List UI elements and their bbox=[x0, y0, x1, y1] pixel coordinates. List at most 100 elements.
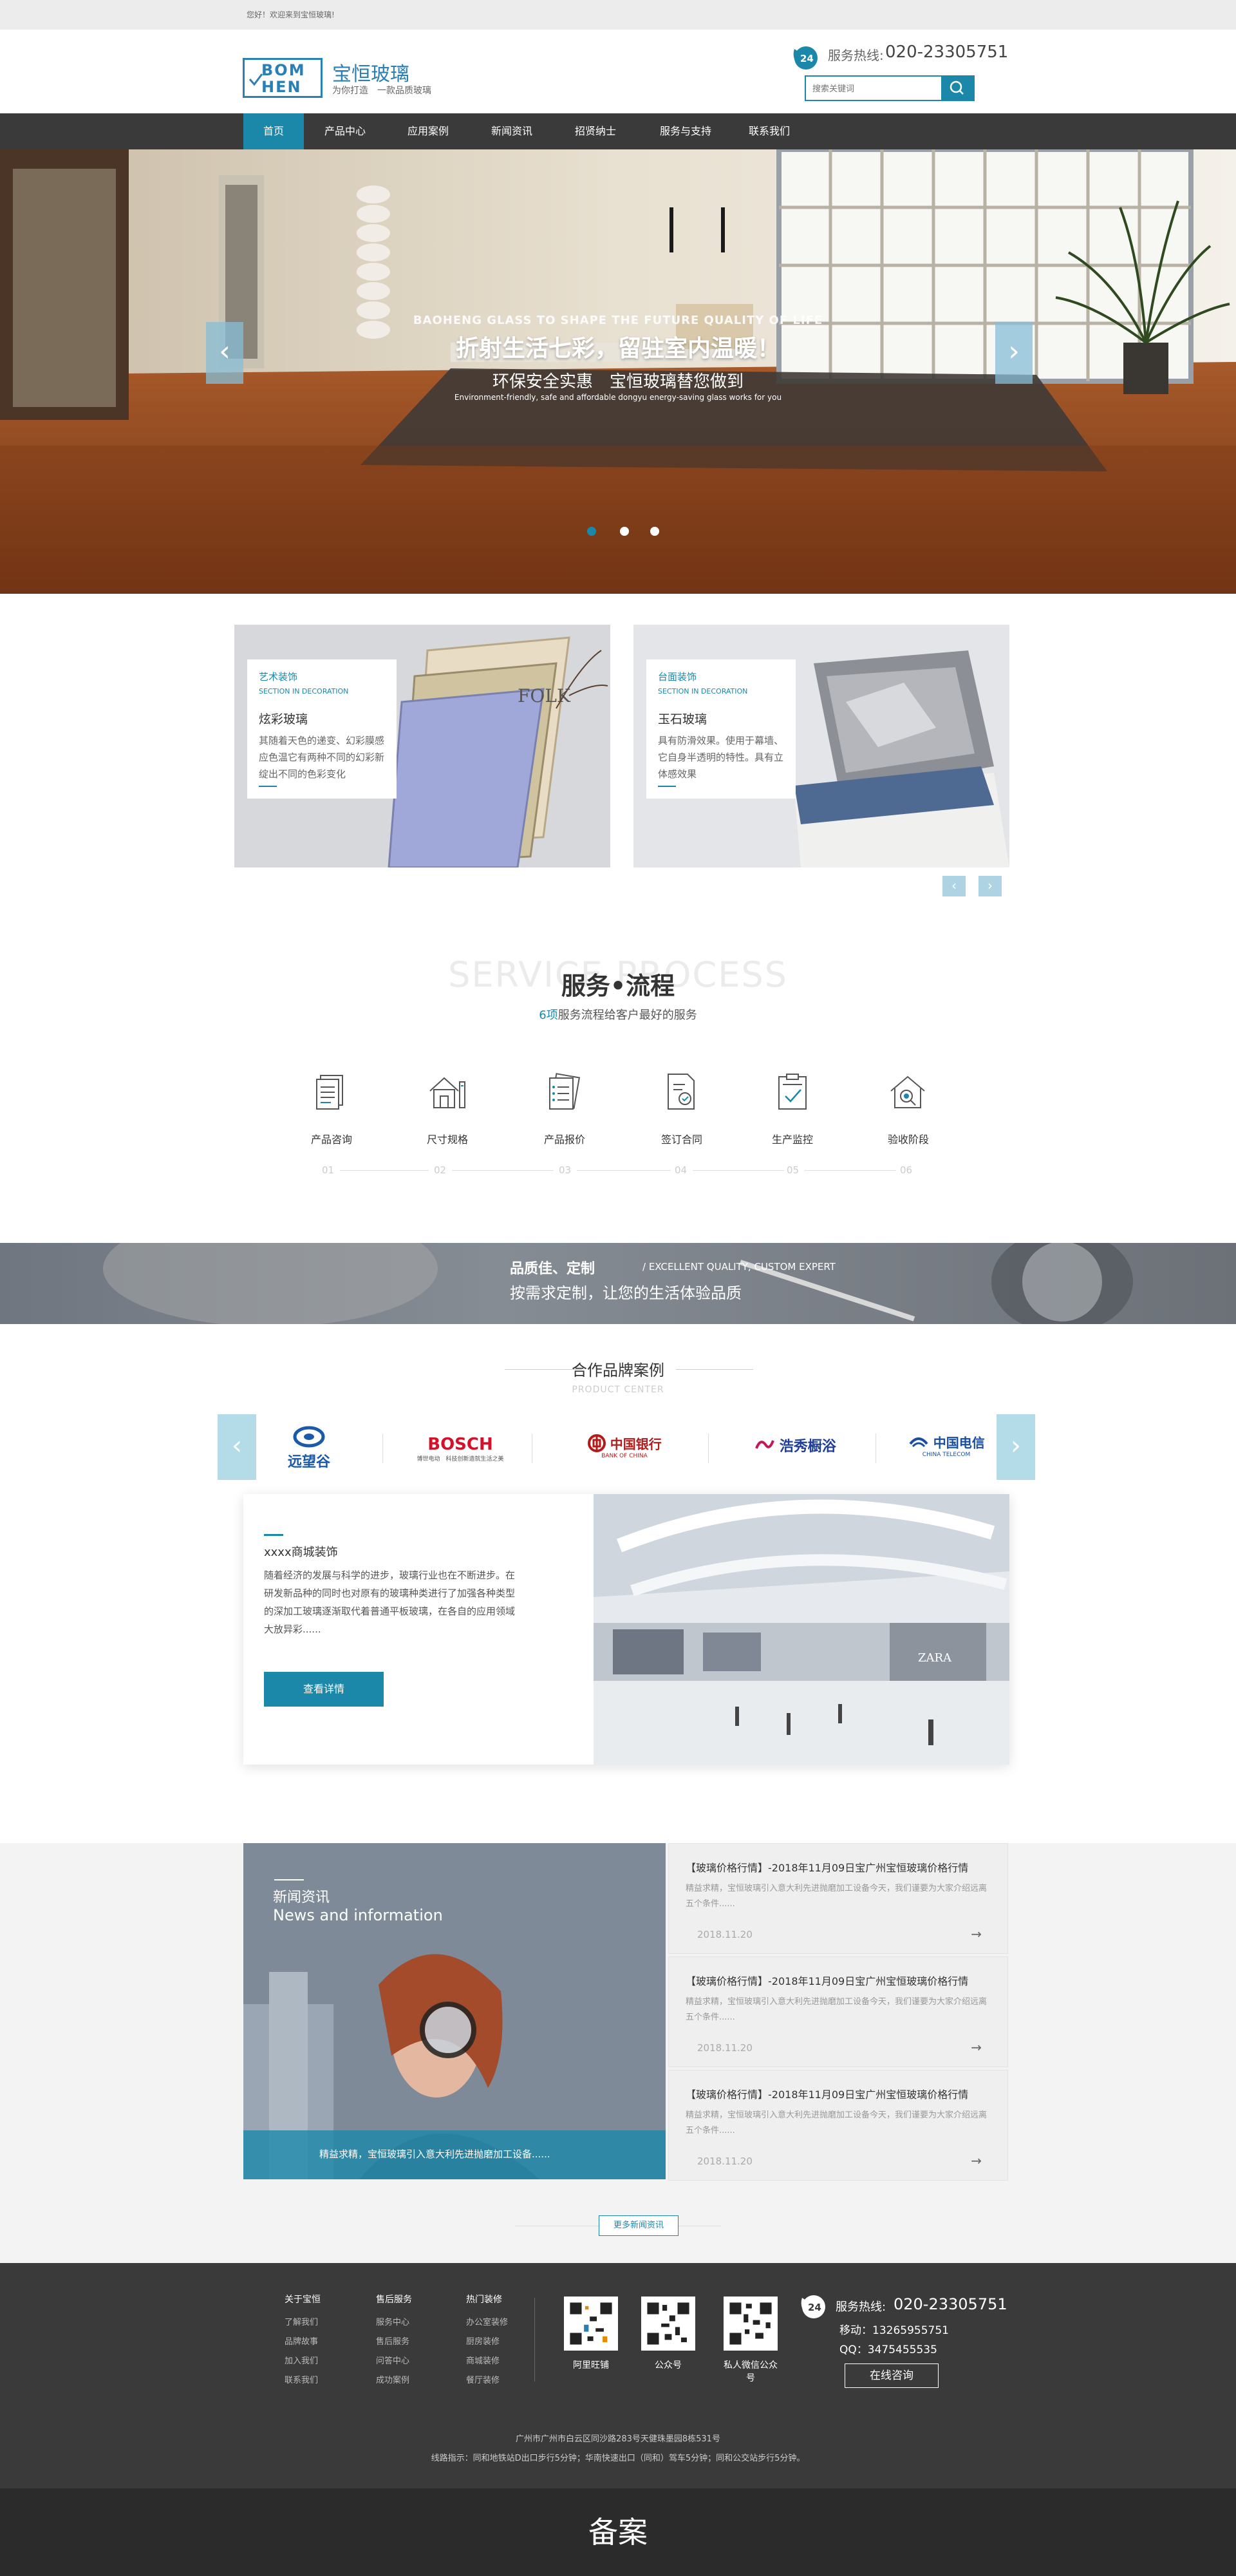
step-label: 验收阶段 bbox=[887, 1133, 929, 1146]
card-desc: 其随着天色的递变、幻彩膜感应色温它有两种不同的幻彩新绽出不同的色彩变化 bbox=[259, 735, 385, 780]
clipboard-check-icon bbox=[778, 1074, 807, 1110]
mall-interior-photo: ZARA bbox=[594, 1494, 1009, 1765]
yuanwanggu-logo-icon bbox=[293, 1426, 325, 1448]
arrow-right-icon: → bbox=[971, 1926, 982, 1942]
step-number: 01 bbox=[322, 1164, 335, 1176]
banner-prev-button[interactable]: ‹ bbox=[206, 322, 243, 384]
step-number: 05 bbox=[787, 1164, 800, 1176]
qr-private-wechat[interactable]: 私人微信公众号 bbox=[724, 2297, 778, 2384]
step-label: 产品报价 bbox=[543, 1133, 585, 1146]
brand-sub: BANK OF CHINA bbox=[601, 1453, 648, 1459]
search-input[interactable] bbox=[812, 81, 935, 97]
footer-col-decor: 热门装修 办公室装修 厨房装修 商城装修 餐厅装修 bbox=[466, 2293, 508, 2391]
step-consult: 产品咨询 bbox=[283, 1069, 380, 1146]
step-connector bbox=[577, 1170, 671, 1171]
banner-dot-1[interactable] bbox=[587, 527, 596, 536]
quality-banner: 品质佳、定制 / EXCELLENT QUALITY, CUSTOM EXPER… bbox=[0, 1243, 1236, 1324]
footer-24h-icon: 24 bbox=[801, 2295, 825, 2318]
contract-icon bbox=[668, 1074, 695, 1110]
footer-link[interactable]: 加入我们 bbox=[285, 2352, 321, 2371]
card-accent-line bbox=[259, 786, 277, 787]
footer-link[interactable]: 品牌故事 bbox=[285, 2333, 321, 2352]
beian-text: 备案 bbox=[588, 2515, 648, 2550]
hotline-label: 服务热线: bbox=[828, 48, 884, 63]
footer-link[interactable]: 餐厅装修 bbox=[466, 2371, 508, 2391]
nav-support[interactable]: 服务与支持 bbox=[637, 113, 734, 149]
product-card-jade[interactable]: 台面装饰 SECTION IN DECORATION 玉石玻璃 具有防滑效果。使… bbox=[633, 625, 1009, 867]
online-consult-button[interactable]: 在线咨询 bbox=[845, 2363, 939, 2388]
qr-label: 私人微信公众号 bbox=[724, 2360, 778, 2383]
qr-label: 阿里旺铺 bbox=[573, 2360, 609, 2371]
china-telecom-logo-icon bbox=[909, 1437, 928, 1448]
more-news-button[interactable]: 更多新闻资讯 bbox=[599, 2215, 679, 2236]
bank-of-china-logo-icon bbox=[588, 1434, 606, 1452]
quality-title-en: / EXCELLENT QUALITY, CUSTOM EXPERT bbox=[642, 1261, 836, 1273]
search-button[interactable] bbox=[941, 77, 973, 100]
banner-en-sub: Environment-friendly, safe and affordabl… bbox=[454, 393, 782, 402]
case-showcase: xxxx商城装饰 随着经济的发展与科学的进步，玻璃行业也在不断进步。在研发新品种… bbox=[243, 1494, 1009, 1765]
footer-hotline-label: 服务热线: bbox=[836, 2300, 886, 2314]
photo-store-sign: ZARA bbox=[918, 1651, 952, 1665]
footer-link[interactable]: 问答中心 bbox=[376, 2352, 412, 2371]
brand-name: 宝恒玻璃 bbox=[332, 63, 409, 86]
qr-alibaba[interactable]: 阿里旺铺 bbox=[564, 2297, 618, 2371]
footer-divider bbox=[534, 2298, 535, 2382]
footer-mobile: 移动：13265955751 bbox=[839, 2324, 949, 2337]
news-feature[interactable]: 精益求精，宝恒玻璃引入意大利先进抛磨加工设备...... 新闻资讯 News a… bbox=[243, 1843, 666, 2179]
nav-products[interactable]: 产品中心 bbox=[304, 113, 386, 149]
site-header bbox=[0, 30, 1236, 113]
cards-next-button[interactable]: › bbox=[979, 876, 1002, 896]
partners-prev-button[interactable]: ‹ bbox=[218, 1414, 256, 1480]
news-list-item[interactable]: 【玻璃价格行情】-2018年11月09日宝广州宝恒玻璃价格行情 精益求精，宝恒玻… bbox=[668, 1956, 1008, 2067]
partners-next-button[interactable]: › bbox=[997, 1414, 1035, 1480]
banner-dot-2[interactable] bbox=[620, 527, 629, 536]
nav-home[interactable]: 首页 bbox=[243, 113, 304, 149]
card-tag-en: SECTION IN DECORATION bbox=[259, 687, 349, 696]
footer-link[interactable]: 商城装修 bbox=[466, 2352, 508, 2371]
nav-cases[interactable]: 应用案例 bbox=[386, 113, 470, 149]
brand-sub: 博世电动 科技创新造就生活之美 bbox=[417, 1456, 504, 1463]
news-item-desc: 精益求精，宝恒玻璃引入意大利先进抛磨加工设备今天，我们谨要为大家介绍远离五个条件… bbox=[686, 1997, 988, 2022]
footer-link[interactable]: 成功案例 bbox=[376, 2371, 412, 2391]
card-title: 玉石玻璃 bbox=[658, 712, 707, 726]
banner-subline: 环保安全实惠 宝恒玻璃替您做到 bbox=[492, 372, 744, 392]
document-icon bbox=[316, 1075, 343, 1110]
footer-link[interactable]: 办公室装修 bbox=[466, 2313, 508, 2333]
footer-col-heading: 售后服务 bbox=[376, 2295, 412, 2305]
brand-sub: CHINA TELECOM bbox=[922, 1452, 971, 1458]
footer-link[interactable]: 厨房装修 bbox=[466, 2333, 508, 2352]
nav-recruit[interactable]: 招贤纳士 bbox=[554, 113, 637, 149]
brand-china-telecom[interactable]: 中国电信 CHINA TELECOM bbox=[901, 1432, 991, 1471]
brand-bosch[interactable]: BOSCH 博世电动 科技创新造就生活之美 bbox=[412, 1435, 509, 1473]
banner-next-button[interactable]: › bbox=[995, 322, 1033, 384]
site-footer: 关于宝恒 了解我们 品牌故事 加入我们 联系我们 售后服务 服务中心 售后服务 … bbox=[0, 2263, 1236, 2488]
footer-link[interactable]: 了解我们 bbox=[285, 2313, 321, 2333]
news-item-desc: 精益求精，宝恒玻璃引入意大利先进抛磨加工设备今天，我们谨要为大家介绍远离五个条件… bbox=[686, 1884, 988, 1909]
news-list-item[interactable]: 【玻璃价格行情】-2018年11月09日宝广州宝恒玻璃价格行情 精益求精，宝恒玻… bbox=[668, 1843, 1008, 1954]
footer-link[interactable]: 联系我们 bbox=[285, 2371, 321, 2391]
footer-qq: QQ：3475455535 bbox=[839, 2344, 937, 2356]
hotline-24h-icon: 24 bbox=[793, 46, 818, 70]
case-detail-button[interactable]: 查看详情 bbox=[264, 1672, 384, 1707]
qr-official-account[interactable]: 公众号 bbox=[641, 2297, 695, 2371]
brand-yuanwanggu[interactable]: 远望谷 bbox=[258, 1426, 360, 1470]
search-box bbox=[805, 75, 975, 101]
step-label: 签订合同 bbox=[660, 1133, 702, 1146]
news-title-en: News and information bbox=[273, 1906, 443, 1924]
brand-name: 中国银行 bbox=[610, 1436, 662, 1452]
product-card-colorful[interactable]: FOLK 艺术装饰 SECTION IN DECORATION 炫彩玻璃 其随着… bbox=[234, 625, 610, 867]
case-desc: 随着经济的发展与科学的进步，玻璃行业也在不断进步。在研发新品种的同时也对原有的玻… bbox=[264, 1569, 516, 1635]
card-text-panel: 艺术装饰 SECTION IN DECORATION 炫彩玻璃 其随着天色的递变… bbox=[247, 659, 397, 799]
nav-news[interactable]: 新闻资讯 bbox=[470, 113, 554, 149]
cards-prev-button[interactable]: ‹ bbox=[942, 876, 966, 896]
news-list-item[interactable]: 【玻璃价格行情】-2018年11月09日宝广州宝恒玻璃价格行情 精益求精，宝恒玻… bbox=[668, 2070, 1008, 2181]
banner-dot-3[interactable] bbox=[650, 527, 659, 536]
footer-link[interactable]: 售后服务 bbox=[376, 2333, 412, 2352]
brand-bank-of-china[interactable]: 中国银行 BANK OF CHINA bbox=[579, 1434, 670, 1472]
card-tag-en: SECTION IN DECORATION bbox=[658, 687, 748, 696]
nav-contact[interactable]: 联系我们 bbox=[734, 113, 805, 149]
footer-link[interactable]: 服务中心 bbox=[376, 2313, 412, 2333]
step-number: 06 bbox=[900, 1164, 913, 1176]
brand-haoxiu[interactable]: 浩秀橱浴 bbox=[747, 1435, 843, 1473]
logo[interactable]: BOM HEN bbox=[243, 58, 323, 98]
